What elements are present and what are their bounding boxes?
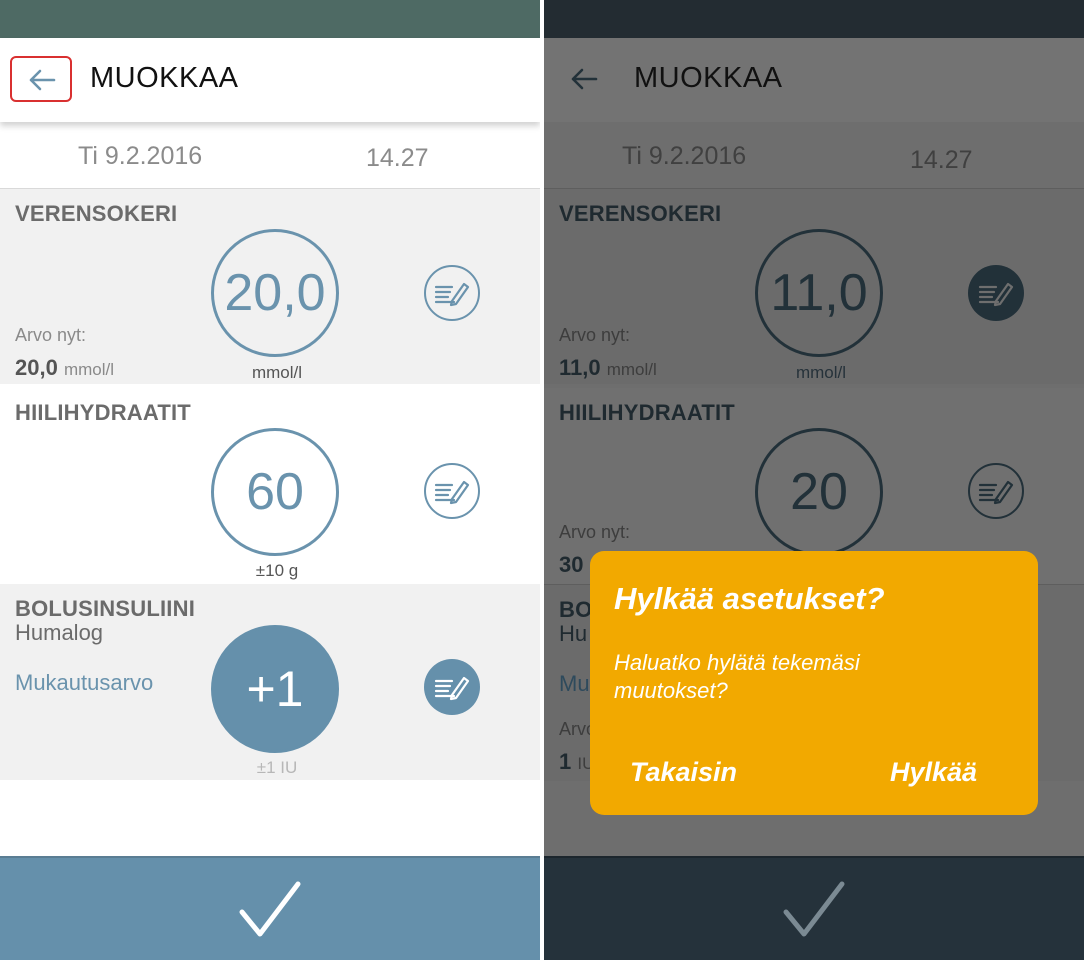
- status-bar: [544, 0, 1084, 38]
- unit-label: ±1 IU: [256, 758, 298, 777]
- app-bar: MUOKKAA: [0, 38, 540, 122]
- edit-pencil-icon: [434, 282, 470, 307]
- adjustment-value-label: Mu: [559, 671, 590, 696]
- bolus-insulin-section: BOLUSINSULIINI Humalog Mukautusarvo +1 ±…: [0, 584, 540, 780]
- current-value: 30: [559, 552, 584, 577]
- checkmark-icon: [783, 881, 845, 937]
- edit-pencil-icon: [434, 676, 470, 701]
- current-value-unit: mmol/l: [606, 360, 657, 379]
- date-field: Ti 9.2.2016: [622, 142, 747, 170]
- page-title: MUOKKAA: [90, 62, 239, 94]
- current-value-number: 1: [559, 749, 572, 774]
- current-value-label: Arvo nyt:: [559, 522, 631, 542]
- section-title: HIILIHYDRAATIT: [15, 400, 191, 425]
- bottom-bar: [0, 856, 540, 960]
- edit-screen: MUOKKAA Ti 9.2.2016 14.27 VERENSOKERI 20…: [0, 0, 540, 960]
- date-field[interactable]: Ti 9.2.2016: [78, 142, 202, 171]
- time-field: 14.27: [910, 146, 973, 174]
- datetime-row: Ti 9.2.2016 14.27: [544, 122, 1084, 188]
- section-title: BO: [559, 597, 593, 622]
- discard-dialog: Hylkää asetukset? Haluatko hylätä tekemä…: [590, 551, 1038, 815]
- carbs-value-circle: 20: [755, 428, 883, 556]
- unit-label: mmol/l: [795, 363, 847, 382]
- bolus-value-circle[interactable]: +1: [211, 625, 339, 753]
- edit-bolus-button[interactable]: [424, 659, 480, 715]
- current-value: 20,0 mmol/l: [15, 355, 114, 381]
- current-value-label: Arvo nyt:: [559, 325, 631, 345]
- insulin-name: Hu: [559, 621, 588, 646]
- edit-blood-sugar-button[interactable]: [424, 265, 480, 321]
- dialog-message: Haluatko hylätä tekemäsi muutokset?: [614, 650, 860, 703]
- edit-pencil-icon: [978, 480, 1014, 505]
- section-title: BOLUSINSULIINI: [15, 596, 196, 621]
- section-title: VERENSOKERI: [15, 201, 178, 226]
- confirm-button[interactable]: [0, 858, 540, 960]
- arrow-left-icon: [571, 68, 598, 90]
- carbohydrates-section: HIILIHYDRAATIT 60 ±10 g: [0, 388, 540, 584]
- insulin-name: Humalog: [15, 620, 104, 645]
- bottom-bar: [544, 856, 1084, 960]
- status-bar: [0, 0, 540, 38]
- blood-sugar-section: VERENSOKERI 11,0 mmol/l Arvo nyt: 11,0 m…: [544, 188, 1084, 384]
- discard-dialog-button[interactable]: Hylkää: [890, 757, 977, 788]
- edit-screen-with-dialog: MUOKKAA Ti 9.2.2016 14.27 VERENSOKERI 11…: [544, 0, 1084, 960]
- dialog-title: Hylkää asetukset?: [614, 581, 885, 616]
- current-value-number: 11,0: [559, 355, 601, 380]
- app-bar: MUOKKAA: [544, 38, 1084, 122]
- current-value-unit: mmol/l: [63, 360, 115, 379]
- current-value-label: Arvo nyt:: [15, 325, 87, 345]
- edit-pencil-icon: [978, 282, 1014, 307]
- current-value-number: 20,0: [15, 355, 58, 380]
- carbs-value-circle[interactable]: 60: [211, 428, 339, 556]
- checkmark-icon: [239, 881, 301, 937]
- edit-carbs-button: [968, 463, 1024, 519]
- section-title: HIILIHYDRAATIT: [559, 400, 735, 425]
- section-title: VERENSOKERI: [559, 201, 722, 226]
- arrow-left-icon: [29, 69, 56, 91]
- datetime-row: Ti 9.2.2016 14.27: [0, 122, 540, 188]
- unit-label: mmol/l: [251, 363, 303, 382]
- back-dialog-button[interactable]: Takaisin: [630, 757, 737, 788]
- confirm-button: [544, 858, 1084, 960]
- current-value: 11,0 mmol/l: [559, 355, 657, 381]
- back-button[interactable]: [570, 68, 598, 95]
- edit-carbs-button[interactable]: [424, 463, 480, 519]
- time-field[interactable]: 14.27: [366, 144, 429, 173]
- edit-pencil-icon: [434, 480, 470, 505]
- unit-label: ±10 g: [255, 561, 299, 580]
- blood-sugar-section: VERENSOKERI 20,0 mmol/l Arvo nyt: 20,0 m…: [0, 188, 540, 384]
- back-button[interactable]: [10, 56, 72, 102]
- edit-blood-sugar-button: [968, 265, 1024, 321]
- blood-sugar-value-circle: 11,0: [755, 229, 883, 357]
- page-title: MUOKKAA: [634, 62, 783, 94]
- blood-sugar-value-circle[interactable]: 20,0: [211, 229, 339, 357]
- adjustment-value-label[interactable]: Mukautusarvo: [15, 670, 153, 696]
